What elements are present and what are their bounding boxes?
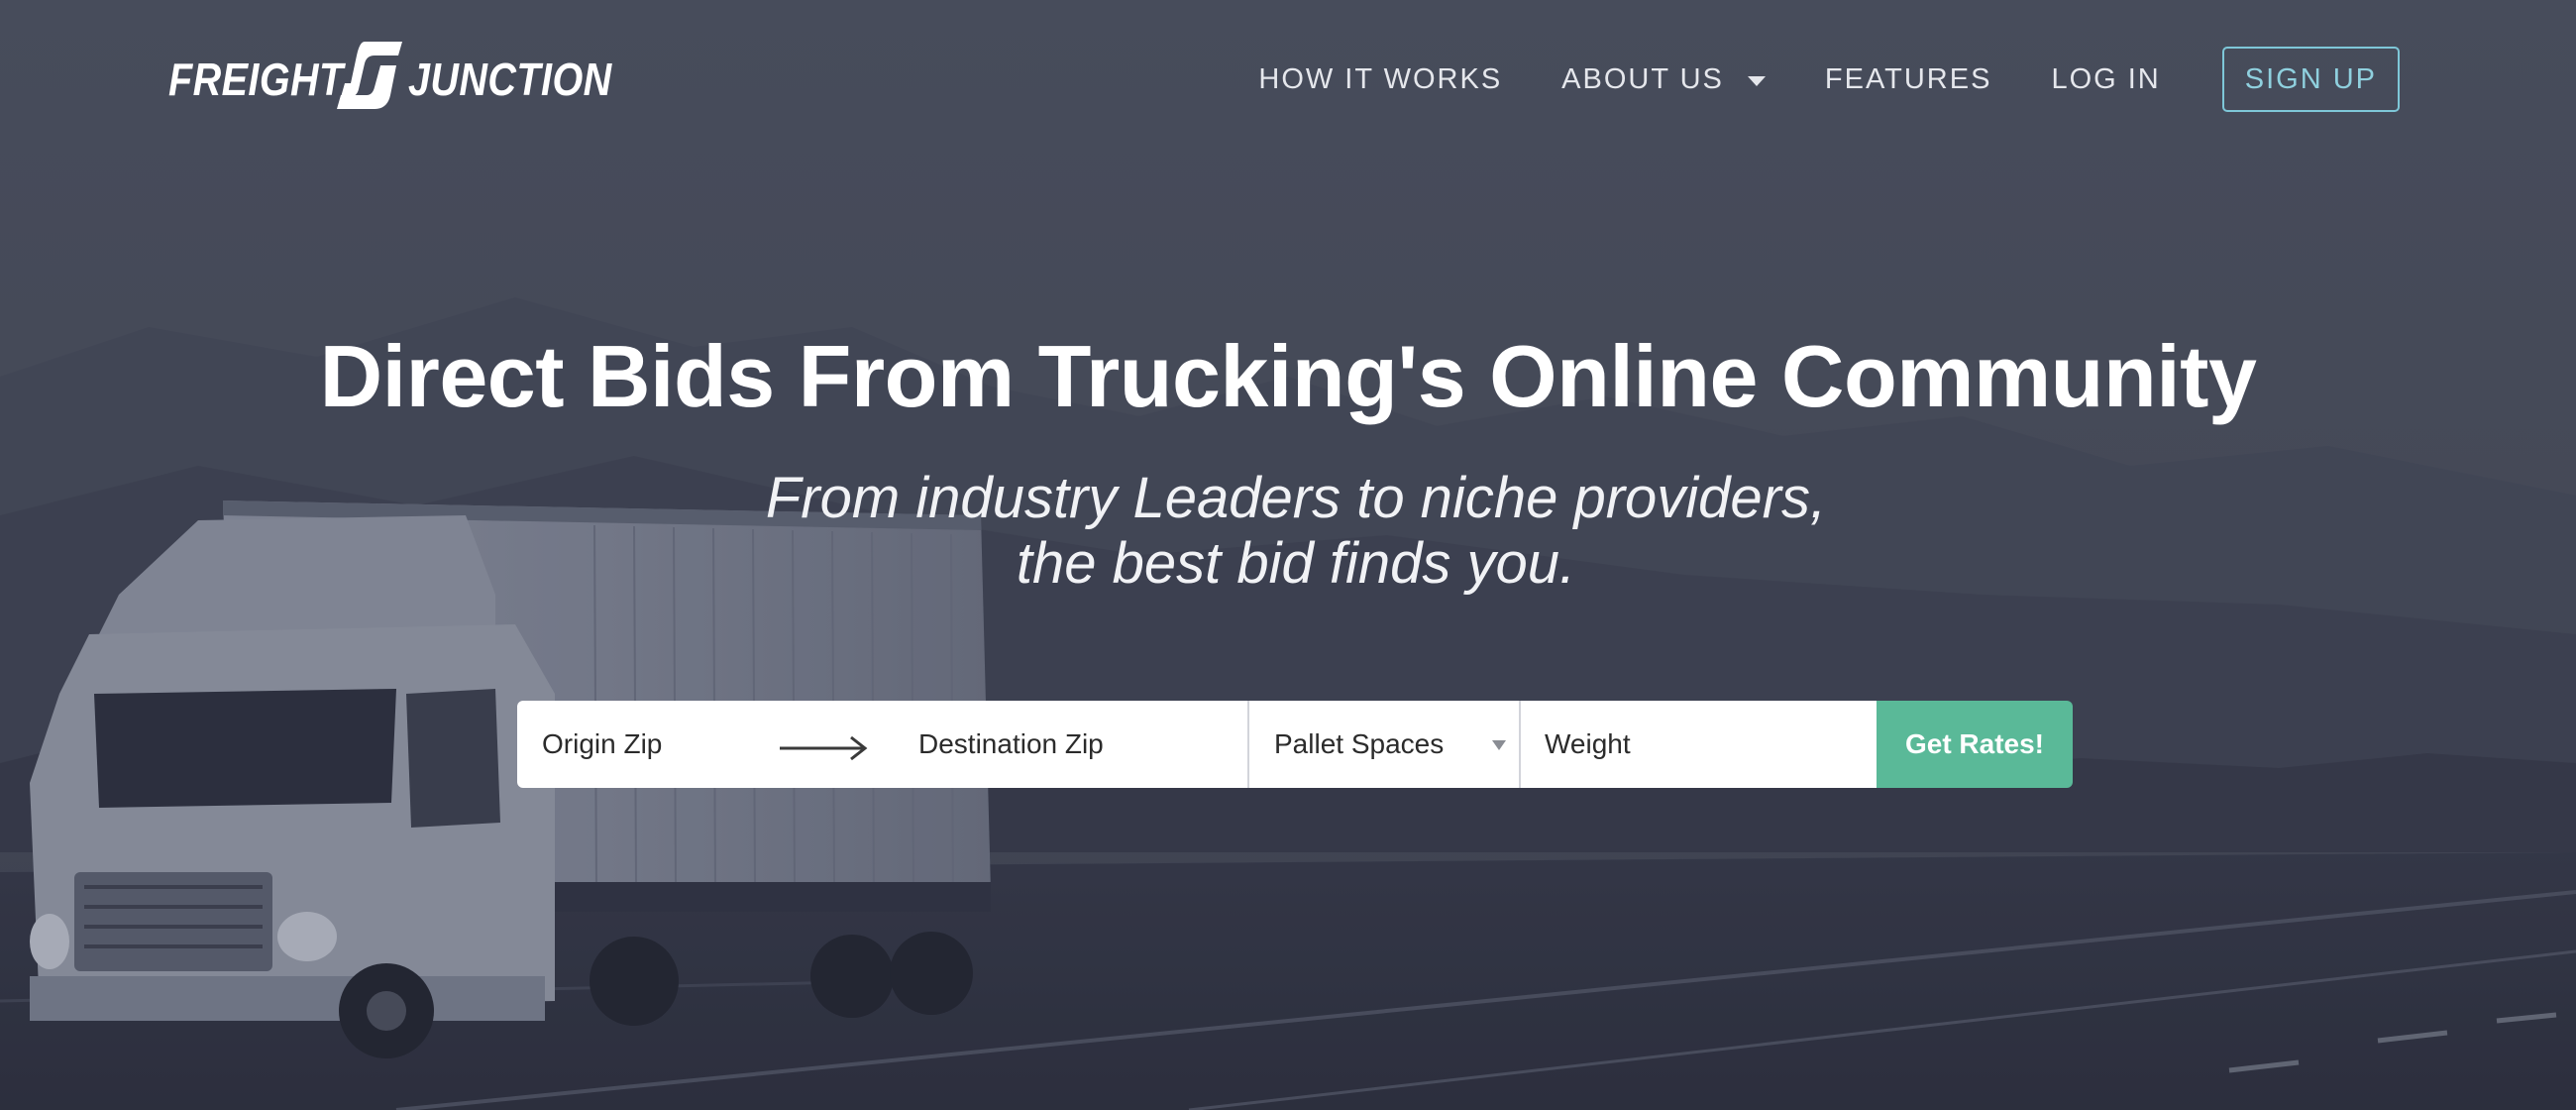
- origin-zip-input[interactable]: Origin Zip: [542, 728, 760, 760]
- select-arrow-icon: [1492, 740, 1506, 750]
- nav-log-in-label: LOG IN: [2051, 62, 2161, 95]
- arrow-right-icon: [780, 735, 868, 761]
- nav-about-us-label: ABOUT US: [1561, 62, 1724, 95]
- main-navigation: HOW IT WORKS ABOUT US FEATURES LOG IN SI…: [1199, 47, 2400, 112]
- nav-about-us[interactable]: ABOUT US: [1561, 63, 1766, 96]
- hero-tagline-line-1: From industry Leaders to niche providers…: [765, 466, 1827, 530]
- pallet-spaces-value: Pallet Spaces: [1274, 728, 1445, 759]
- get-rates-button[interactable]: Get Rates!: [1877, 701, 2073, 788]
- weight-input[interactable]: Weight: [1521, 701, 1877, 788]
- hero-tagline-line-2: the best bid finds you.: [1016, 531, 1576, 596]
- hero-section: FREIGHT JUNCTION HOW IT WORKS ABOUT US F…: [0, 0, 2576, 1110]
- nav-how-it-works-label: HOW IT WORKS: [1258, 62, 1503, 95]
- destination-zip-input[interactable]: Destination Zip: [918, 728, 1104, 760]
- sign-up-button[interactable]: SIGN UP: [2221, 47, 2400, 112]
- hero-tagline: From industry Leaders to niche providers…: [0, 466, 2576, 597]
- hero-headline: Direct Bids From Trucking's Online Commu…: [319, 327, 2257, 425]
- nav-features[interactable]: FEATURES: [1825, 63, 1992, 96]
- pallet-spaces-select[interactable]: Pallet Spaces: [1249, 701, 1519, 788]
- brand-logo[interactable]: FREIGHT JUNCTION: [168, 30, 645, 129]
- caret-down-icon: [1747, 75, 1766, 86]
- logo-text-junction: JUNCTION: [408, 54, 612, 105]
- route-fields: Origin Zip Destination Zip: [517, 701, 1247, 788]
- nav-features-label: FEATURES: [1824, 62, 1992, 95]
- nav-how-it-works[interactable]: HOW IT WORKS: [1258, 63, 1502, 96]
- rate-search-form: Origin Zip Destination Zip Pallet Spaces…: [517, 701, 2073, 788]
- nav-log-in[interactable]: LOG IN: [2051, 63, 2160, 96]
- weight-placeholder: Weight: [1545, 728, 1631, 759]
- logo-text-freight: FREIGHT: [168, 54, 344, 105]
